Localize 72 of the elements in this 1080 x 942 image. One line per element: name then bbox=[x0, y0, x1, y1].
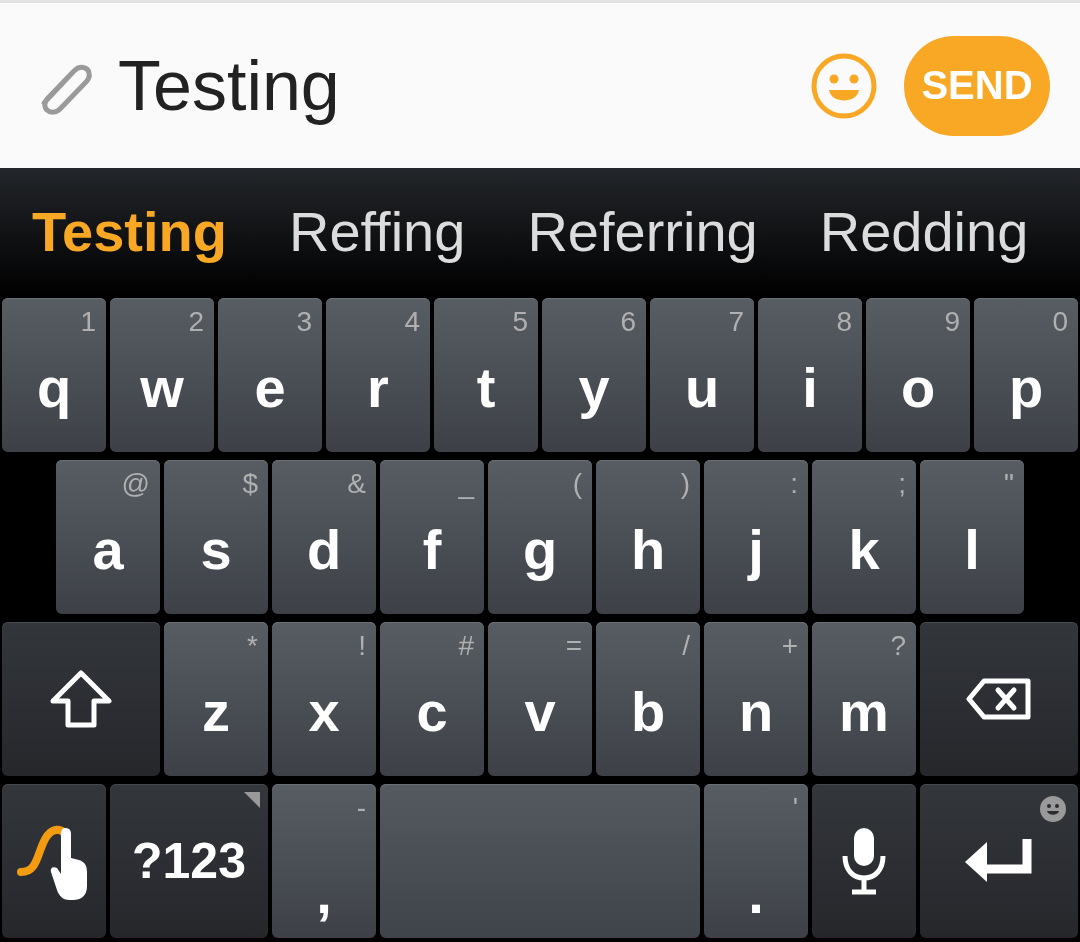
letter-key[interactable]: c # bbox=[380, 622, 484, 776]
letter-key[interactable]: x ! bbox=[272, 622, 376, 776]
mic-key[interactable] bbox=[812, 784, 916, 938]
key-hint: ' bbox=[792, 792, 798, 824]
key-hint: " bbox=[1004, 468, 1014, 500]
key-hint: + bbox=[781, 630, 798, 662]
key-hint: ? bbox=[890, 630, 906, 662]
letter-key[interactable]: b / bbox=[596, 622, 700, 776]
punctuation-key[interactable]: . ' bbox=[704, 784, 808, 938]
key-hint: : bbox=[790, 468, 798, 500]
key-hint: 7 bbox=[728, 306, 744, 338]
letter-key[interactable]: m ? bbox=[812, 622, 916, 776]
key-hint: ) bbox=[680, 468, 690, 500]
key-hint: 8 bbox=[836, 306, 852, 338]
key-hint: 0 bbox=[1052, 306, 1068, 338]
letter-key[interactable]: k ; bbox=[812, 460, 916, 614]
letter-key[interactable]: p 0 bbox=[974, 298, 1078, 452]
key-hint: 9 bbox=[944, 306, 960, 338]
letter-key[interactable]: j : bbox=[704, 460, 808, 614]
letter-key[interactable]: t 5 bbox=[434, 298, 538, 452]
swipe-key[interactable] bbox=[2, 784, 106, 938]
key-hint: 6 bbox=[620, 306, 636, 338]
key-hint: * bbox=[247, 630, 258, 662]
letter-key[interactable]: f _ bbox=[380, 460, 484, 614]
letter-key[interactable]: h ) bbox=[596, 460, 700, 614]
key-hint: 2 bbox=[188, 306, 204, 338]
letter-key[interactable]: l " bbox=[920, 460, 1024, 614]
letter-key[interactable]: u 7 bbox=[650, 298, 754, 452]
letter-key[interactable]: v = bbox=[488, 622, 592, 776]
suggestion[interactable]: Testing bbox=[32, 199, 227, 264]
corner-triangle-icon bbox=[244, 792, 260, 808]
key-hint: @ bbox=[121, 468, 150, 500]
letter-key[interactable]: q 1 bbox=[2, 298, 106, 452]
letter-key[interactable]: o 9 bbox=[866, 298, 970, 452]
letter-key[interactable]: d & bbox=[272, 460, 376, 614]
letter-key[interactable]: s $ bbox=[164, 460, 268, 614]
shift-arrow-icon bbox=[50, 670, 112, 728]
key-hint: & bbox=[347, 468, 366, 500]
microphone-icon bbox=[840, 826, 888, 896]
key-hint: ( bbox=[572, 468, 582, 500]
letter-key[interactable]: a @ bbox=[56, 460, 160, 614]
backspace-icon bbox=[966, 678, 1032, 720]
letter-key[interactable]: r 4 bbox=[326, 298, 430, 452]
symbols-key[interactable]: ?123 bbox=[110, 784, 268, 938]
backspace-key[interactable] bbox=[920, 622, 1078, 776]
letter-key[interactable]: e 3 bbox=[218, 298, 322, 452]
suggestion[interactable]: Referring bbox=[527, 199, 758, 264]
key-hint: ; bbox=[898, 468, 906, 500]
key-hint: 5 bbox=[512, 306, 528, 338]
letter-key[interactable]: w 2 bbox=[110, 298, 214, 452]
key-hint: 1 bbox=[80, 306, 96, 338]
key-hint: / bbox=[682, 630, 690, 662]
key-hint: - bbox=[356, 792, 366, 824]
letter-key[interactable]: g ( bbox=[488, 460, 592, 614]
punctuation-key[interactable]: , - bbox=[272, 784, 376, 938]
letter-key[interactable]: y 6 bbox=[542, 298, 646, 452]
key-hint: $ bbox=[242, 468, 258, 500]
key-hint: 3 bbox=[296, 306, 312, 338]
key-hint: _ bbox=[458, 468, 474, 500]
suggestion[interactable]: Reffing bbox=[288, 199, 466, 264]
message-input[interactable]: Testing bbox=[118, 45, 810, 126]
shift-key[interactable] bbox=[2, 622, 160, 776]
key-hint: = bbox=[565, 630, 582, 662]
letter-key[interactable]: i 8 bbox=[758, 298, 862, 452]
suggestion[interactable]: Redding bbox=[819, 199, 1029, 264]
letter-key[interactable]: z * bbox=[164, 622, 268, 776]
smiley-icon bbox=[1040, 796, 1066, 822]
key-hint: ! bbox=[358, 630, 366, 662]
letter-key[interactable]: n + bbox=[704, 622, 808, 776]
key-hint: # bbox=[458, 630, 474, 662]
enter-key[interactable] bbox=[920, 784, 1078, 938]
key-hint: 4 bbox=[404, 306, 420, 338]
